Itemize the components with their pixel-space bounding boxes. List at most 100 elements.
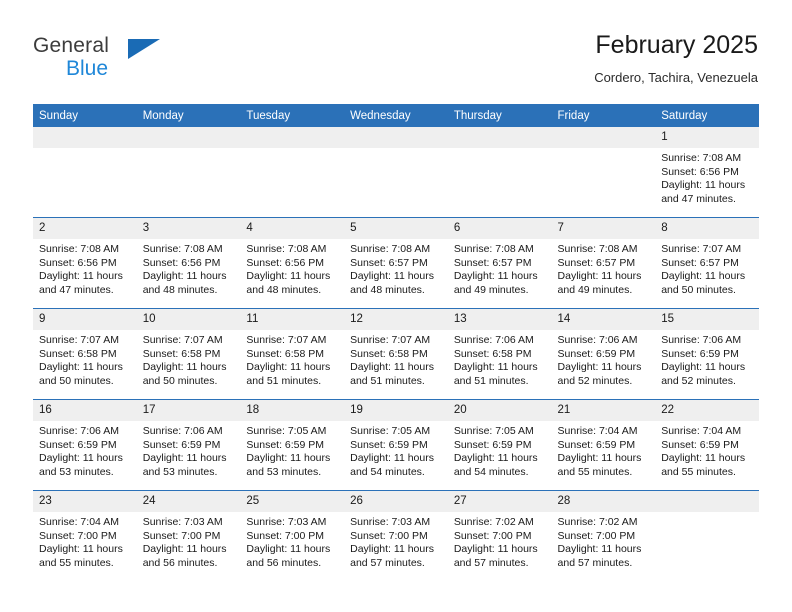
sunset-text: Sunset: 6:57 PM xyxy=(557,256,636,269)
sunset-text: Sunset: 6:59 PM xyxy=(246,438,325,451)
daylight-text: Daylight: 11 hours and 47 minutes. xyxy=(39,270,123,296)
sunrise-text: Sunrise: 7:06 AM xyxy=(453,334,534,346)
logo-text-blue: Blue xyxy=(66,57,109,80)
sunrise-text: Sunrise: 7:08 AM xyxy=(142,243,223,255)
daylight-text: Daylight: 11 hours and 56 minutes. xyxy=(142,543,227,569)
day-number xyxy=(240,127,345,148)
weekday-header-monday: Monday xyxy=(136,104,241,127)
sunset-text: Sunset: 6:58 PM xyxy=(142,347,221,360)
calendar-day-cell[interactable]: 14 Sunrise: 7:06 AM Sunset: 6:59 PM Dayligh… xyxy=(551,308,656,400)
day-number: 4 xyxy=(240,218,345,239)
weekday-header-friday: Friday xyxy=(551,104,656,127)
day-details: Sunrise: 7:06 AM Sunset: 6:59 PM Daylight:… xyxy=(137,421,241,479)
sunrise-text: Sunrise: 7:07 AM xyxy=(246,334,327,346)
calendar-day-cell[interactable]: 23 Sunrise: 7:04 AM Sunset: 7:00 PM Dayligh… xyxy=(33,490,137,581)
daylight-text: Daylight: 11 hours and 47 minutes. xyxy=(661,179,746,205)
day-number: 12 xyxy=(344,309,448,330)
calendar-day-cell[interactable]: 2 Sunrise: 7:08 AM Sunset: 6:56 PM Daylight… xyxy=(33,217,137,309)
sunset-text: Sunset: 7:00 PM xyxy=(142,529,221,542)
calendar-day-cell[interactable]: 21 Sunrise: 7:04 AM Sunset: 6:59 PM Dayligh… xyxy=(551,399,656,491)
daylight-text: Daylight: 11 hours and 55 minutes. xyxy=(661,452,746,478)
day-details: Sunrise: 7:08 AM Sunset: 6:57 PM Daylight:… xyxy=(344,239,448,297)
calendar-day-cell[interactable]: 28 Sunrise: 7:02 AM Sunset: 7:00 PM Dayligh… xyxy=(551,490,656,581)
calendar-week-row: 1 Sunrise: 7:08 AM Sunset: 6:56 PM Daylight… xyxy=(33,127,759,218)
day-details: Sunrise: 7:07 AM Sunset: 6:58 PM Daylight:… xyxy=(240,330,344,388)
day-details: Sunrise: 7:03 AM Sunset: 7:00 PM Daylight:… xyxy=(344,512,448,570)
weekday-header-sunday: Sunday xyxy=(33,104,137,127)
day-details: Sunrise: 7:02 AM Sunset: 7:00 PM Daylight:… xyxy=(448,512,552,570)
calendar-day-cell[interactable]: 11 Sunrise: 7:07 AM Sunset: 6:58 PM Dayligh… xyxy=(240,308,345,400)
calendar-day-cell[interactable]: 15 Sunrise: 7:06 AM Sunset: 6:59 PM Dayligh… xyxy=(655,308,759,400)
weekday-header-thursday: Thursday xyxy=(447,104,552,127)
day-details: Sunrise: 7:04 AM Sunset: 6:59 PM Daylight:… xyxy=(552,421,656,479)
daylight-text: Daylight: 11 hours and 50 minutes. xyxy=(661,270,746,296)
day-details: Sunrise: 7:07 AM Sunset: 6:57 PM Daylight:… xyxy=(655,239,759,297)
daylight-text: Daylight: 11 hours and 49 minutes. xyxy=(453,270,538,296)
sunrise-text: Sunrise: 7:07 AM xyxy=(142,334,223,346)
day-number xyxy=(136,127,241,148)
calendar-day-cell[interactable]: 22 Sunrise: 7:04 AM Sunset: 6:59 PM Dayligh… xyxy=(655,399,759,491)
day-number: 17 xyxy=(136,400,241,421)
calendar-day-cell[interactable]: 4 Sunrise: 7:08 AM Sunset: 6:56 PM Daylight… xyxy=(240,217,345,309)
day-details: Sunrise: 7:07 AM Sunset: 6:58 PM Daylight:… xyxy=(344,330,448,388)
daylight-text: Daylight: 11 hours and 53 minutes. xyxy=(246,452,331,478)
calendar-day-cell[interactable]: 10 Sunrise: 7:07 AM Sunset: 6:58 PM Dayligh… xyxy=(136,308,241,400)
day-details: Sunrise: 7:06 AM Sunset: 6:59 PM Daylight:… xyxy=(552,330,656,388)
calendar-day-cell[interactable]: 6 Sunrise: 7:08 AM Sunset: 6:57 PM Daylight… xyxy=(447,217,552,309)
calendar-day-cell[interactable]: 25 Sunrise: 7:03 AM Sunset: 7:00 PM Dayligh… xyxy=(240,490,345,581)
sunset-text: Sunset: 6:56 PM xyxy=(661,165,739,178)
calendar-day-cell[interactable]: 5 Sunrise: 7:08 AM Sunset: 6:57 PM Daylight… xyxy=(344,217,448,309)
calendar-day-cell[interactable]: 17 Sunrise: 7:06 AM Sunset: 6:59 PM Dayligh… xyxy=(136,399,241,491)
calendar-day-cell[interactable]: 3 Sunrise: 7:08 AM Sunset: 6:56 PM Daylight… xyxy=(136,217,241,309)
sunset-text: Sunset: 6:56 PM xyxy=(246,256,325,269)
calendar-day-cell[interactable]: 1 Sunrise: 7:08 AM Sunset: 6:56 PM Daylight… xyxy=(655,127,759,218)
calendar-week-row: 2 Sunrise: 7:08 AM Sunset: 6:56 PM Daylight… xyxy=(33,217,759,309)
sunset-text: Sunset: 6:59 PM xyxy=(557,438,636,451)
calendar-day-cell[interactable]: 7 Sunrise: 7:08 AM Sunset: 6:57 PM Daylight… xyxy=(551,217,656,309)
calendar-day-cell[interactable]: 24 Sunrise: 7:03 AM Sunset: 7:00 PM Dayligh… xyxy=(136,490,241,581)
day-details: Sunrise: 7:06 AM Sunset: 6:58 PM Daylight:… xyxy=(448,330,552,388)
sunset-text: Sunset: 7:00 PM xyxy=(39,529,117,542)
daylight-text: Daylight: 11 hours and 48 minutes. xyxy=(246,270,331,296)
sunrise-text: Sunrise: 7:04 AM xyxy=(39,516,119,528)
calendar-day-cell[interactable]: 12 Sunrise: 7:07 AM Sunset: 6:58 PM Dayligh… xyxy=(344,308,448,400)
day-number: 6 xyxy=(447,218,552,239)
sunrise-text: Sunrise: 7:04 AM xyxy=(557,425,638,437)
day-details: Sunrise: 7:06 AM Sunset: 6:59 PM Daylight:… xyxy=(33,421,137,479)
daylight-text: Daylight: 11 hours and 48 minutes. xyxy=(350,270,434,296)
sunset-text: Sunset: 6:57 PM xyxy=(661,256,739,269)
daylight-text: Daylight: 11 hours and 55 minutes. xyxy=(39,543,123,569)
day-details: Sunrise: 7:05 AM Sunset: 6:59 PM Daylight:… xyxy=(344,421,448,479)
day-number: 13 xyxy=(447,309,552,330)
calendar-day-cell-empty xyxy=(447,127,552,218)
daylight-text: Daylight: 11 hours and 53 minutes. xyxy=(142,452,227,478)
sunrise-text: Sunrise: 7:02 AM xyxy=(453,516,534,528)
calendar-day-cell[interactable]: 27 Sunrise: 7:02 AM Sunset: 7:00 PM Dayligh… xyxy=(447,490,552,581)
calendar-day-cell[interactable]: 18 Sunrise: 7:05 AM Sunset: 6:59 PM Dayligh… xyxy=(240,399,345,491)
sunset-text: Sunset: 6:58 PM xyxy=(246,347,325,360)
calendar-day-cell[interactable]: 19 Sunrise: 7:05 AM Sunset: 6:59 PM Dayligh… xyxy=(344,399,448,491)
calendar-table: Sunday Monday Tuesday Wednesday Thursday… xyxy=(33,104,759,581)
sunset-text: Sunset: 6:58 PM xyxy=(453,347,532,360)
sunrise-text: Sunrise: 7:07 AM xyxy=(39,334,119,346)
sunset-text: Sunset: 7:00 PM xyxy=(246,529,325,542)
calendar-day-cell[interactable]: 9 Sunrise: 7:07 AM Sunset: 6:58 PM Daylight… xyxy=(33,308,137,400)
day-number: 22 xyxy=(655,400,759,421)
day-number xyxy=(655,491,759,512)
calendar-day-cell[interactable]: 20 Sunrise: 7:05 AM Sunset: 6:59 PM Dayligh… xyxy=(447,399,552,491)
calendar-day-cell[interactable]: 13 Sunrise: 7:06 AM Sunset: 6:58 PM Dayligh… xyxy=(447,308,552,400)
sunrise-text: Sunrise: 7:08 AM xyxy=(661,152,742,164)
sunrise-text: Sunrise: 7:03 AM xyxy=(246,516,327,528)
calendar-day-cell[interactable]: 26 Sunrise: 7:03 AM Sunset: 7:00 PM Dayligh… xyxy=(344,490,448,581)
calendar-page: General Blue February 2025 Cordero, Tach… xyxy=(0,0,792,612)
calendar-day-cell[interactable]: 8 Sunrise: 7:07 AM Sunset: 6:57 PM Daylight… xyxy=(655,217,759,309)
calendar-day-cell[interactable]: 16 Sunrise: 7:06 AM Sunset: 6:59 PM Dayligh… xyxy=(33,399,137,491)
sunrise-text: Sunrise: 7:07 AM xyxy=(661,243,742,255)
sunset-text: Sunset: 6:59 PM xyxy=(661,347,739,360)
sunrise-text: Sunrise: 7:02 AM xyxy=(557,516,638,528)
sunset-text: Sunset: 7:00 PM xyxy=(350,529,428,542)
day-number: 9 xyxy=(33,309,137,330)
sunrise-text: Sunrise: 7:08 AM xyxy=(246,243,327,255)
calendar-week-row: 23 Sunrise: 7:04 AM Sunset: 7:00 PM Dayligh… xyxy=(33,490,759,581)
day-number: 23 xyxy=(33,491,137,512)
